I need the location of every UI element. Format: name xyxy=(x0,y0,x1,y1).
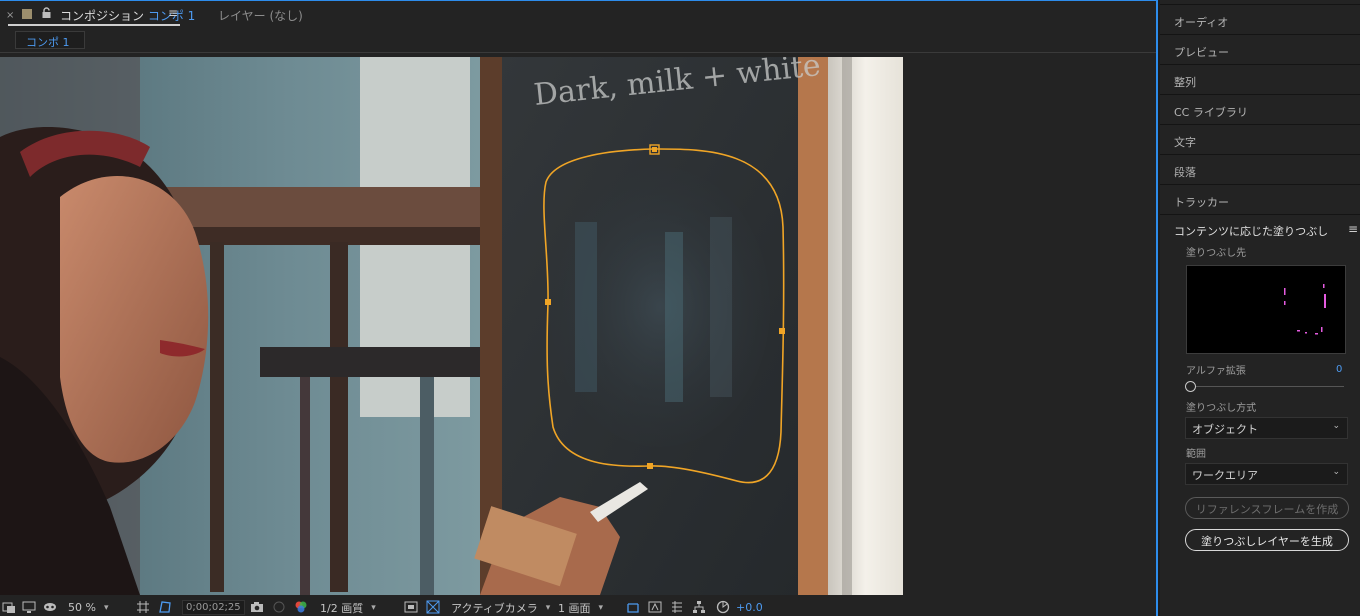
view-layout-value: 1 画面 xyxy=(558,601,591,615)
alpha-expansion-value[interactable]: 0 xyxy=(1336,364,1342,375)
panel-menu-icon[interactable]: ≡ xyxy=(168,6,178,20)
panel-preview[interactable]: プレビュー xyxy=(1160,35,1360,65)
lock-icon[interactable] xyxy=(41,7,52,19)
region-of-interest-icon[interactable] xyxy=(2,600,16,614)
reset-exposure-icon[interactable] xyxy=(716,600,730,614)
footage-frame[interactable]: Dark, milk + white choc xyxy=(0,57,903,595)
mask-path-toggle-icon[interactable] xyxy=(158,600,172,614)
show-snapshot-icon[interactable] xyxy=(272,600,286,614)
panel-cc-libraries[interactable]: CC ライブラリ xyxy=(1160,95,1360,125)
comp-navigator-bar: コンポ 1 xyxy=(0,29,1156,53)
chevron-down-icon: ⌄ xyxy=(1332,467,1340,477)
composition-viewer[interactable]: Dark, milk + white choc xyxy=(0,54,1156,595)
camera-value: アクティブカメラ xyxy=(451,601,538,615)
flowchart-icon[interactable] xyxy=(692,600,706,614)
mask-vertex[interactable] xyxy=(647,463,653,469)
render-preview-icon[interactable] xyxy=(648,600,662,614)
mask-vertex[interactable] xyxy=(545,299,551,305)
fill-method-label: 塗りつぶし方式 xyxy=(1186,403,1257,414)
create-reference-frame-button[interactable]: リファレンスフレームを作成 xyxy=(1185,497,1349,519)
camera-select[interactable]: アクティブカメラ ▾ xyxy=(451,600,550,615)
after-effects-window: × コンポジション コンポ 1 ≡ レイヤー (なし) コンポ 1 Dark, … xyxy=(0,0,1360,616)
pixel-aspect-icon[interactable] xyxy=(626,600,640,614)
panel-character[interactable]: 文字 xyxy=(1160,125,1360,155)
range-value: ワークエリア xyxy=(1192,469,1258,482)
current-time-field[interactable]: 0;00;02;25 xyxy=(182,600,245,615)
chevron-down-icon: ▾ xyxy=(545,602,551,613)
exposure-value[interactable]: +0.0 xyxy=(736,600,763,615)
chevron-down-icon: ▾ xyxy=(598,602,604,613)
grid-toggle-icon[interactable] xyxy=(136,600,150,614)
composition-tabbar: × コンポジション コンポ 1 ≡ レイヤー (なし) xyxy=(0,1,1156,29)
alpha-expansion-label: アルファ拡張 xyxy=(1186,366,1246,377)
alpha-expansion-slider-handle[interactable] xyxy=(1185,381,1196,392)
panel-align[interactable]: 整列 xyxy=(1160,65,1360,95)
view-layout-select[interactable]: 1 画面 ▾ xyxy=(558,600,603,615)
active-tab-indicator xyxy=(8,24,180,26)
content-aware-fill-title: コンテンツに応じた塗りつぶし xyxy=(1174,225,1329,238)
timeline-icon[interactable] xyxy=(670,600,684,614)
panel-audio[interactable]: オーディオ xyxy=(1160,5,1360,35)
panel-tracker[interactable]: トラッカー xyxy=(1160,185,1360,215)
right-panel: オーディオ プレビュー 整列 CC ライブラリ 文字 段落 トラッカー コンテン… xyxy=(1160,0,1360,616)
comp-breadcrumb[interactable]: コンポ 1 xyxy=(15,31,85,49)
resolution-select[interactable]: 1/2 画質 ▾ xyxy=(320,600,376,615)
chevron-down-icon: ▾ xyxy=(371,602,376,613)
composition-panel: × コンポジション コンポ 1 ≡ レイヤー (なし) コンポ 1 Dark, … xyxy=(0,0,1158,616)
range-select[interactable]: ワークエリア ⌄ xyxy=(1185,463,1348,485)
content-aware-fill-header[interactable]: コンテンツに応じた塗りつぶし ≡ xyxy=(1160,215,1360,239)
mask-vertex[interactable] xyxy=(652,147,657,152)
alpha-expansion-slider-track[interactable] xyxy=(1190,386,1344,387)
panel-paragraph[interactable]: 段落 xyxy=(1160,155,1360,185)
fill-target-thumbnail xyxy=(1284,284,1326,335)
snapshot-camera-icon[interactable] xyxy=(250,600,264,614)
tab-layer[interactable]: レイヤー (なし) xyxy=(218,7,303,24)
transparency-grid-icon[interactable] xyxy=(426,600,440,614)
zoom-select[interactable]: 50 % ▾ xyxy=(68,600,108,615)
fast-previews-icon[interactable] xyxy=(404,600,418,614)
footage-image: Dark, milk + white choc xyxy=(0,57,903,595)
mask-visibility-icon[interactable] xyxy=(43,600,57,614)
chevron-down-icon: ▾ xyxy=(103,602,109,613)
tab-composition-prefix: コンポジション xyxy=(60,9,145,23)
chevron-down-icon: ⌄ xyxy=(1332,421,1340,431)
fill-method-select[interactable]: オブジェクト ⌄ xyxy=(1185,417,1348,439)
comp-color-label-icon[interactable] xyxy=(22,9,32,19)
close-tab-icon[interactable]: × xyxy=(6,10,14,21)
fill-target-label: 塗りつぶし先 xyxy=(1186,248,1247,259)
range-label: 範囲 xyxy=(1186,449,1206,460)
fill-target-preview xyxy=(1186,265,1346,354)
fill-method-value: オブジェクト xyxy=(1192,423,1258,436)
resolution-value: 1/2 画質 xyxy=(320,601,364,615)
color-channels-icon[interactable] xyxy=(294,600,308,614)
generate-fill-layer-button[interactable]: 塗りつぶしレイヤーを生成 xyxy=(1185,529,1349,551)
viewer-toolbar: 50 % ▾ 0;00;02;25 1/2 画質 ▾ アクティブカメラ ▾ 1 画面 ▾… xyxy=(0,598,1156,616)
mask-vertex[interactable] xyxy=(779,328,785,334)
monitor-icon[interactable] xyxy=(22,600,36,614)
panel-menu-icon[interactable]: ≡ xyxy=(1348,222,1358,236)
zoom-value: 50 % xyxy=(68,601,96,614)
